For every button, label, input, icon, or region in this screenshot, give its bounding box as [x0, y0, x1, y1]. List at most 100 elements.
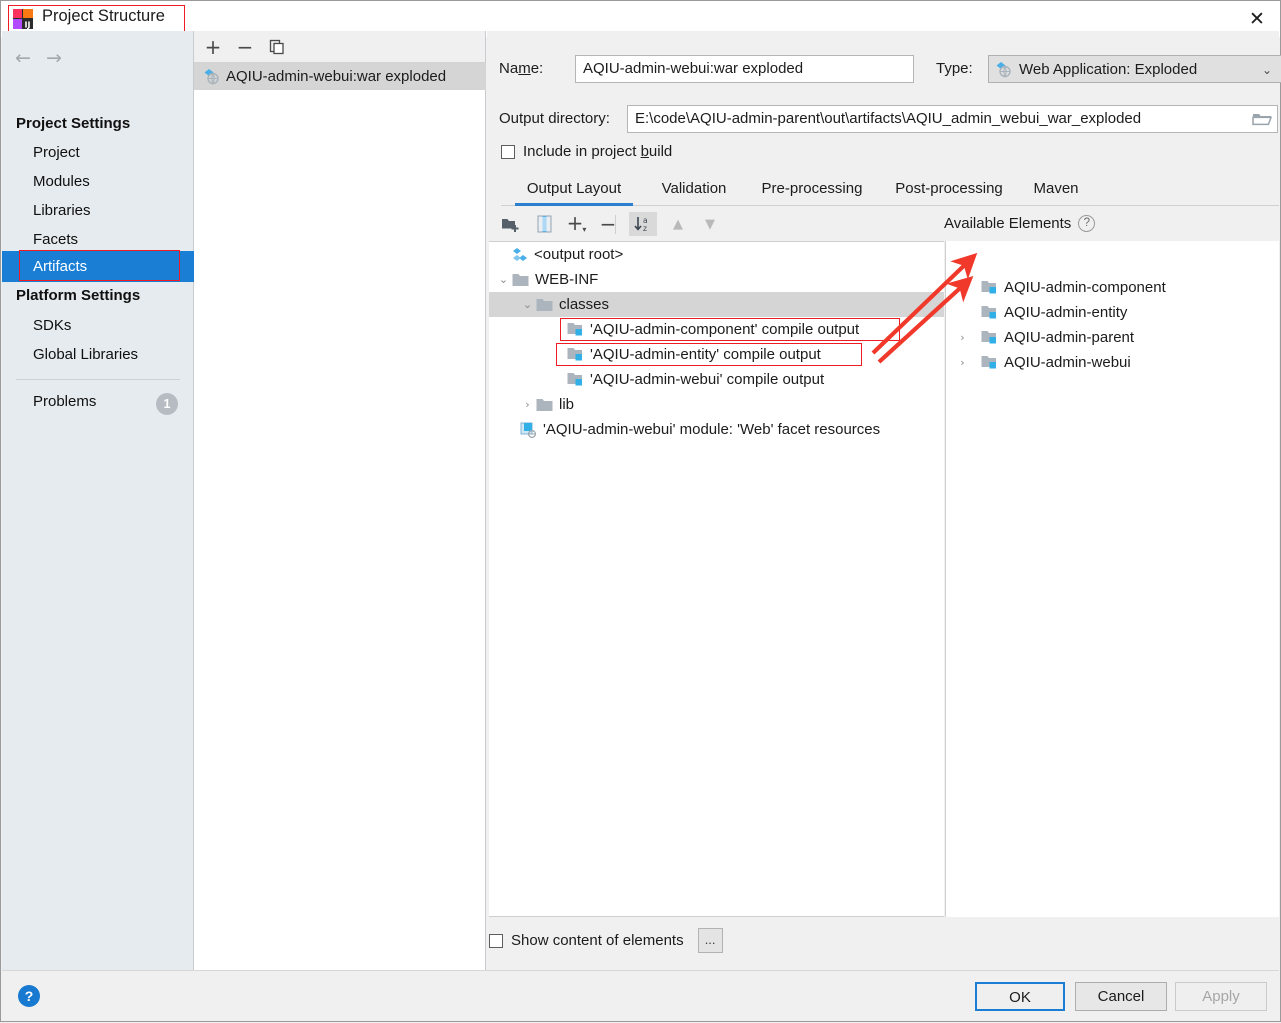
remove-artifact-button[interactable]: −	[233, 35, 257, 59]
copy-artifact-button[interactable]	[265, 35, 289, 59]
sidebar-item-libraries[interactable]: Libraries	[2, 196, 194, 225]
tree-row[interactable]: 'AQIU-admin-component' compile output	[489, 317, 944, 342]
tree-row-selected[interactable]: ⌄ classes	[489, 292, 944, 317]
tree-twisty-collapsed[interactable]	[954, 304, 971, 321]
browse-folder-icon[interactable]	[1252, 110, 1272, 128]
svg-text:IJ: IJ	[25, 21, 31, 30]
artifact-list-item[interactable]: AQIU-admin-webui:war exploded	[194, 63, 486, 90]
output-layout-toolbar: + ▾ − a z ▲ ▼	[489, 209, 944, 240]
chevron-down-icon: ⌄	[1261, 63, 1272, 77]
tree-twisty-collapsed[interactable]: ›	[954, 354, 971, 371]
dialog-footer: ? OK Cancel Apply	[2, 970, 1279, 1020]
tree-twisty-expanded[interactable]: ⌄	[495, 271, 512, 288]
help-icon[interactable]: ?	[1078, 215, 1096, 232]
tree-row[interactable]: ⌄ WEB-INF	[489, 267, 944, 292]
move-down-button[interactable]: ▼	[697, 212, 723, 236]
tree-row[interactable]: 'AQIU-admin-webui' module: 'Web' facet r…	[489, 417, 944, 442]
show-content-row[interactable]: Show content of elements ...	[489, 928, 723, 953]
sort-az-button[interactable]: a z	[629, 212, 657, 236]
module-output-icon	[567, 322, 584, 337]
available-element-label: AQIU-admin-entity	[1004, 304, 1128, 321]
artifact-root-icon	[512, 247, 528, 263]
tab-maven[interactable]: Maven	[1025, 175, 1087, 206]
available-element-row[interactable]: › AQIU-admin-component	[946, 275, 1279, 300]
available-element-label: AQIU-admin-parent	[1004, 329, 1135, 346]
available-elements-tree[interactable]: › AQIU-admin-component AQIU-admin-entity…	[945, 241, 1279, 917]
move-up-button[interactable]: ▲	[665, 212, 691, 236]
module-output-icon	[981, 330, 998, 345]
output-directory-row: Output directory: E:\code\AQIU-admin-par…	[499, 105, 1281, 133]
tree-row-label: 'AQIU-admin-webui' module: 'Web' facet r…	[543, 421, 881, 438]
tree-row-label: 'AQIU-admin-entity' compile output	[590, 346, 821, 363]
output-directory-input[interactable]: E:\code\AQIU-admin-parent\out\artifacts\…	[627, 105, 1278, 133]
sidebar-divider	[16, 379, 180, 380]
output-directory-label: Output directory:	[499, 110, 610, 127]
show-content-options-button[interactable]: ...	[697, 928, 723, 953]
include-in-project-build-label: Include in project build	[523, 143, 673, 160]
tree-row-label: classes	[559, 296, 610, 313]
available-element-label: AQIU-admin-component	[1004, 279, 1166, 296]
sidebar-item-modules[interactable]: Modules	[2, 167, 194, 196]
module-output-icon	[567, 347, 584, 362]
forward-arrow-icon[interactable]: →	[43, 49, 65, 68]
add-copy-button[interactable]: + ▾	[563, 211, 591, 236]
sidebar-item-problems[interactable]: Problems 1	[2, 386, 194, 418]
sidebar-item-artifacts[interactable]: Artifacts	[2, 251, 194, 282]
show-content-checkbox[interactable]	[489, 933, 503, 948]
tree-row-label: lib	[559, 396, 575, 413]
apply-button[interactable]: Apply	[1175, 982, 1267, 1011]
include-in-project-build-row[interactable]: Include in project build	[501, 143, 672, 160]
tree-row[interactable]: <output root>	[489, 242, 944, 267]
tree-twisty-collapsed[interactable]: ›	[519, 396, 536, 413]
tree-row-label: <output root>	[534, 246, 624, 263]
tree-twisty-expanded[interactable]: ⌄	[519, 296, 536, 313]
tree-twisty-collapsed[interactable]: ›	[954, 329, 971, 346]
available-elements-title: Available Elements	[944, 215, 1072, 232]
tree-row[interactable]: 'AQIU-admin-webui' compile output	[489, 367, 944, 392]
cancel-button[interactable]: Cancel	[1075, 982, 1167, 1011]
folder-icon	[536, 397, 553, 412]
tree-row-label: 'AQIU-admin-component' compile output	[590, 321, 860, 338]
tab-pre-processing[interactable]: Pre-processing	[751, 175, 873, 206]
create-directory-button[interactable]	[497, 212, 523, 236]
name-label: Name:	[499, 60, 544, 77]
available-element-row[interactable]: AQIU-admin-entity	[946, 300, 1279, 325]
settings-sidebar: ← → Project Settings Project Modules Lib…	[2, 31, 194, 973]
add-artifact-button[interactable]: +	[201, 35, 225, 59]
sidebar-item-sdks[interactable]: SDKs	[2, 311, 194, 340]
tab-validation[interactable]: Validation	[647, 175, 741, 206]
artifact-name-input[interactable]: AQIU-admin-webui:war exploded	[575, 55, 914, 83]
back-arrow-icon[interactable]: ←	[12, 49, 34, 68]
available-element-row[interactable]: › AQIU-admin-parent	[946, 325, 1279, 350]
output-layout-tree[interactable]: <output root> ⌄ WEB-INF ⌄ classes 'AQIU-…	[489, 241, 944, 917]
sidebar-group-project-settings: Project Settings	[16, 115, 131, 132]
web-artifact-icon	[203, 68, 220, 85]
sidebar-item-problems-label: Problems	[33, 393, 97, 410]
tree-row[interactable]: › lib	[489, 392, 944, 417]
sidebar-item-facets[interactable]: Facets	[2, 225, 194, 254]
tab-post-processing[interactable]: Post-processing	[883, 175, 1015, 206]
artifact-type-value: Web Application: Exploded	[1019, 60, 1198, 78]
ok-button[interactable]: OK	[975, 982, 1065, 1011]
help-icon[interactable]: ?	[18, 985, 40, 1007]
show-content-label: Show content of elements	[511, 932, 684, 949]
available-element-label: AQIU-admin-webui	[1004, 354, 1131, 371]
page-title: Project Structure	[42, 7, 165, 25]
include-in-project-build-checkbox[interactable]	[501, 144, 515, 159]
create-archive-button[interactable]	[531, 212, 557, 236]
folder-icon	[536, 297, 553, 312]
artifact-type-select[interactable]: Web Application: Exploded ⌄	[988, 55, 1281, 83]
sidebar-item-project[interactable]: Project	[2, 138, 194, 167]
artifacts-list-panel: + − AQIU-admin-webui:war exploded	[194, 31, 486, 973]
artifact-editor-pane: Name: AQIU-admin-webui:war exploded Type…	[487, 31, 1281, 971]
sidebar-item-global-libraries[interactable]: Global Libraries	[2, 340, 194, 369]
available-element-row[interactable]: › AQIU-admin-webui	[946, 350, 1279, 375]
toolbar-divider	[615, 215, 616, 234]
tree-twisty[interactable]	[495, 246, 512, 263]
module-output-icon	[567, 372, 584, 387]
tree-twisty-collapsed[interactable]: ›	[954, 279, 971, 296]
tree-row[interactable]: 'AQIU-admin-entity' compile output	[489, 342, 944, 367]
web-artifact-icon-small	[995, 61, 1012, 78]
remove-element-button[interactable]: −	[595, 212, 621, 236]
tab-output-layout[interactable]: Output Layout	[515, 175, 633, 206]
